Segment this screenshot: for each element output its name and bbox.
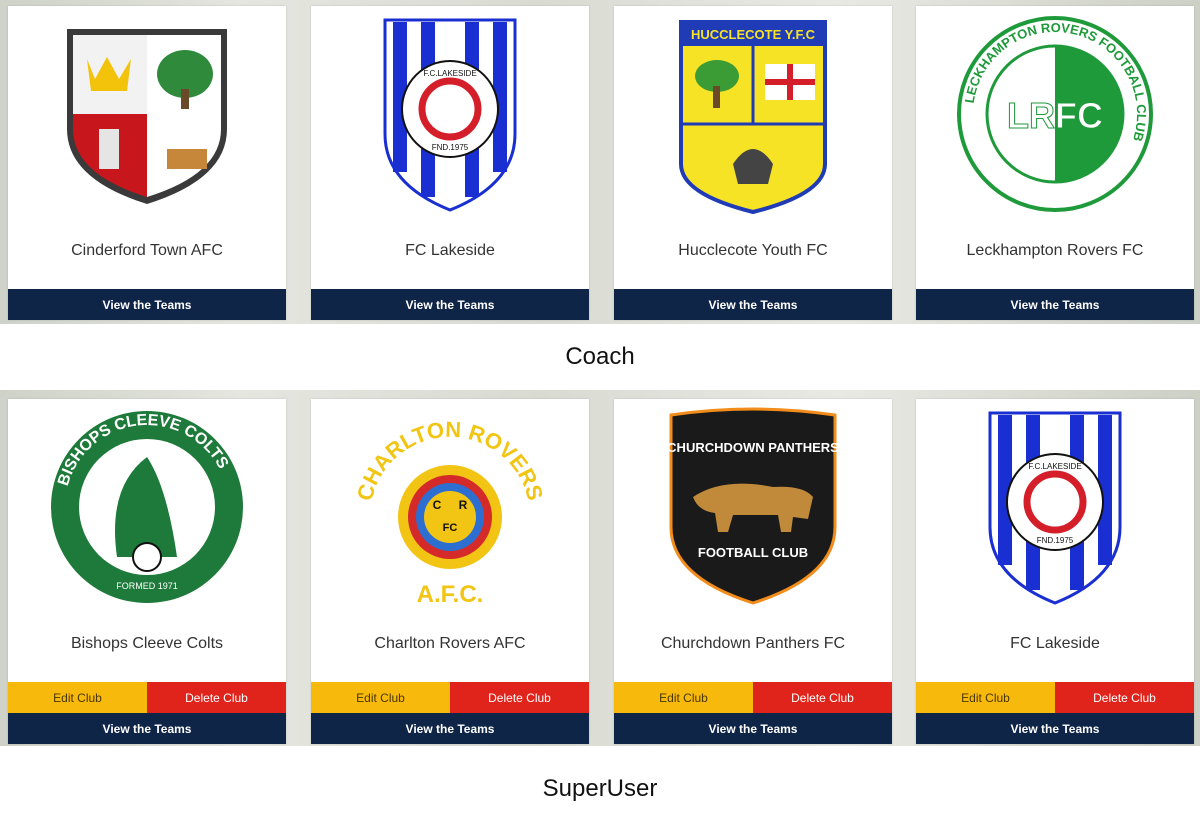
club-name: FC Lakeside — [405, 242, 495, 259]
club-card: HUCCLECOTE Y.F.C Hucclecote Youth FC Vie… — [614, 6, 892, 320]
superuser-club-grid: BISHOPS CLEEVE COLTS FORMED 1971 Bishops… — [0, 390, 1200, 746]
club-name: Charlton Rovers AFC — [374, 635, 526, 652]
cinderford-crest — [8, 14, 286, 214]
delete-club-button[interactable]: Delete Club — [753, 682, 892, 713]
edit-club-button[interactable]: Edit Club — [916, 682, 1055, 713]
club-card: LECKHAMPTON ROVERS FOOTBALL CLUB LRFC Le… — [916, 6, 1194, 320]
crest-text: FC — [443, 522, 458, 534]
crest-text: FOOTBALL CLUB — [698, 545, 808, 560]
club-name: Hucclecote Youth FC — [678, 242, 828, 259]
crest-text: CHURCHDOWN PANTHERS — [667, 440, 839, 455]
lakeside-crest: F.C.LAKESIDE FND.1975 — [311, 14, 589, 214]
delete-club-button[interactable]: Delete Club — [147, 682, 286, 713]
crest-text: LRFC — [1007, 95, 1103, 136]
view-teams-button[interactable]: View the Teams — [614, 713, 892, 744]
crest-text: F.C.LAKESIDE — [1028, 462, 1081, 471]
view-teams-button[interactable]: View the Teams — [916, 289, 1194, 320]
role-label-coach: Coach — [565, 343, 635, 370]
churchdown-crest: CHURCHDOWN PANTHERS FOOTBALL CLUB — [614, 407, 892, 607]
view-teams-button[interactable]: View the Teams — [311, 713, 589, 744]
lakeside-crest: F.C.LAKESIDE FND.1975 — [916, 407, 1194, 607]
crest-text: FORMED 1971 — [116, 581, 178, 591]
club-name: FC Lakeside — [1010, 635, 1100, 652]
club-card: Cinderford Town AFC View the Teams — [8, 6, 286, 320]
view-teams-button[interactable]: View the Teams — [8, 289, 286, 320]
crest-text: FND.1975 — [1037, 536, 1074, 545]
club-card: CHURCHDOWN PANTHERS FOOTBALL CLUB Church… — [614, 399, 892, 744]
view-teams-button[interactable]: View the Teams — [614, 289, 892, 320]
crest-text: A.F.C. — [417, 581, 484, 607]
crest-text: F.C.LAKESIDE — [423, 69, 476, 78]
club-name: Cinderford Town AFC — [71, 242, 223, 259]
club-name: Churchdown Panthers FC — [660, 635, 846, 652]
hucclecote-crest: HUCCLECOTE Y.F.C — [614, 14, 892, 214]
club-card: F.C.LAKESIDE FND.1975 FC Lakeside Edit C… — [916, 399, 1194, 744]
club-card: CHARLTON ROVERS C R FC A.F.C. Charlton R… — [311, 399, 589, 744]
crest-text: R — [459, 498, 468, 512]
view-teams-button[interactable]: View the Teams — [311, 289, 589, 320]
bishops-cleeve-crest: BISHOPS CLEEVE COLTS FORMED 1971 — [8, 407, 286, 607]
club-name: Leckhampton Rovers FC — [966, 242, 1144, 259]
coach-club-grid: Cinderford Town AFC View the Teams F.C.L… — [0, 0, 1200, 324]
view-teams-button[interactable]: View the Teams — [8, 713, 286, 744]
view-teams-button[interactable]: View the Teams — [916, 713, 1194, 744]
edit-club-button[interactable]: Edit Club — [311, 682, 450, 713]
club-name: Bishops Cleeve Colts — [70, 635, 224, 652]
charlton-crest: CHARLTON ROVERS C R FC A.F.C. — [311, 407, 589, 607]
delete-club-button[interactable]: Delete Club — [450, 682, 589, 713]
leckhampton-crest: LECKHAMPTON ROVERS FOOTBALL CLUB LRFC — [916, 14, 1194, 214]
role-label-superuser: SuperUser — [542, 775, 658, 802]
delete-club-button[interactable]: Delete Club — [1055, 682, 1194, 713]
edit-club-button[interactable]: Edit Club — [614, 682, 753, 713]
edit-club-button[interactable]: Edit Club — [8, 682, 147, 713]
crest-text: C — [433, 498, 442, 512]
crest-text: HUCCLECOTE Y.F.C — [691, 27, 816, 42]
club-card: BISHOPS CLEEVE COLTS FORMED 1971 Bishops… — [8, 399, 286, 744]
club-card: F.C.LAKESIDE FND.1975 FC Lakeside View t… — [311, 6, 589, 320]
crest-text: FND.1975 — [432, 143, 469, 152]
